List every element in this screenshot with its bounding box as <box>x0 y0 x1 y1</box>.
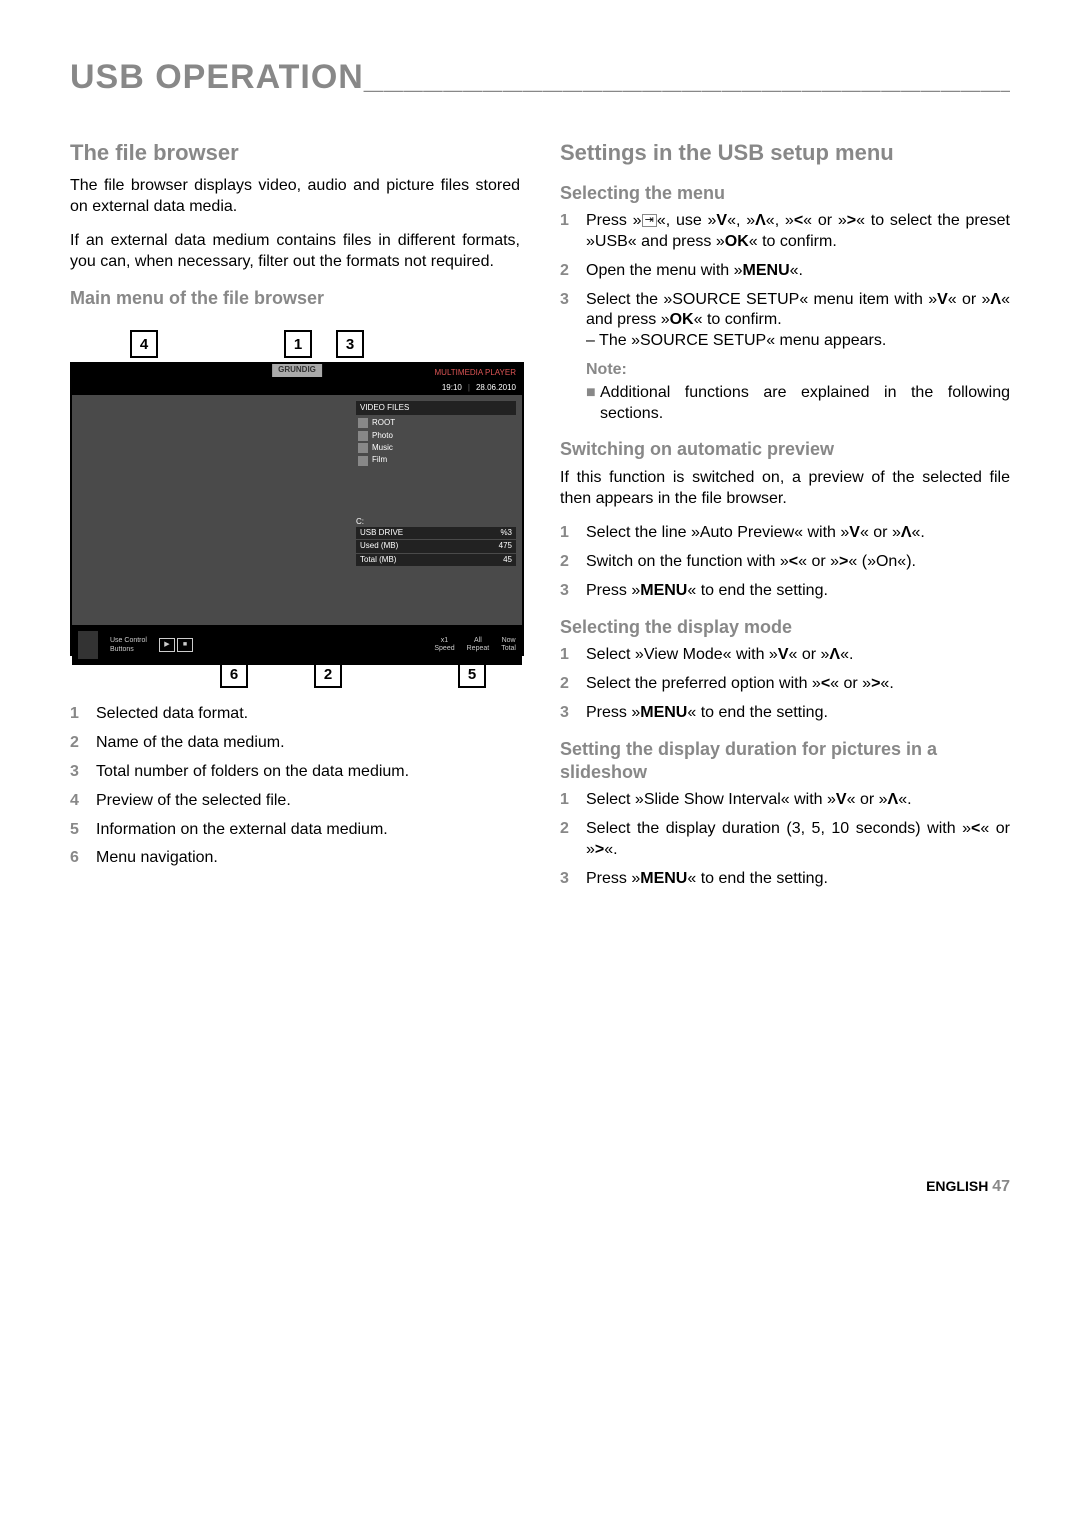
step-text: Press »MENU« to end the setting. <box>586 581 1010 602</box>
stop-icon: ■ <box>177 638 193 652</box>
page-footer: ENGLISH 47 <box>70 1177 1010 1198</box>
legend-item: 3Total number of folders on the data med… <box>70 762 520 783</box>
legend-text: Selected data format. <box>96 704 520 725</box>
heading-file-browser: The file browser <box>70 139 520 168</box>
used-val: 475 <box>499 541 512 551</box>
right-column: Settings in the USB setup menu Selecting… <box>560 139 1010 897</box>
paragraph: If this function is switched on, a previ… <box>560 468 1010 510</box>
source-icon: ⇥ <box>642 214 657 227</box>
total-label: Total (MB) <box>360 555 396 565</box>
step-text: Open the menu with »MENU«. <box>586 261 1010 282</box>
selecting-menu-steps: 1Press »⇥«, use »V«, »Λ«, »<« or »>« to … <box>560 211 1010 352</box>
control-hint: Use Control Buttons <box>110 636 147 654</box>
callout-1: 1 <box>284 330 312 358</box>
note-body: ■ Additional functions are explained in … <box>586 383 1010 425</box>
disc-icon <box>358 418 368 428</box>
heading-selecting-menu: Selecting the menu <box>560 182 1010 205</box>
paragraph: If an external data medium contains file… <box>70 231 520 273</box>
legend-item: 4Preview of the selected file. <box>70 791 520 812</box>
total-val: 45 <box>503 555 512 565</box>
auto-preview-steps: 1Select the line »Auto Preview« with »V«… <box>560 523 1010 601</box>
slideshow-steps: 1Select »Slide Show Interval« with »V« o… <box>560 790 1010 889</box>
step-text: Switch on the function with »<« or »>« (… <box>586 552 1010 573</box>
legend-item: 1Selected data format. <box>70 704 520 725</box>
panel-header: VIDEO FILES <box>356 401 516 415</box>
folder-icon <box>358 443 368 453</box>
display-mode-steps: 1Select »View Mode« with »V« or »Λ«. 2Se… <box>560 645 1010 723</box>
legend-item: 2Name of the data medium. <box>70 733 520 754</box>
list-item: Photo <box>356 430 516 442</box>
tv-time: 19:10 <box>442 383 462 393</box>
folder-icon <box>358 456 368 466</box>
legend-list: 1Selected data format. 2Name of the data … <box>70 704 520 869</box>
used-label: Used (MB) <box>360 541 398 551</box>
legend-item: 5Information on the external data medium… <box>70 820 520 841</box>
bottom-col: x1Speed <box>434 637 454 652</box>
step-text: Select the line »Auto Preview« with »V« … <box>586 523 1010 544</box>
heading-display-mode: Selecting the display mode <box>560 616 1010 639</box>
legend-text: Preview of the selected file. <box>96 791 520 812</box>
file-browser-diagram: 4 1 3 GRUNDIG MULTIMEDIA PLAYER 19:10 | … <box>70 330 520 688</box>
folder-icon <box>358 431 368 441</box>
heading-settings: Settings in the USB setup menu <box>560 139 1010 168</box>
legend-text: Information on the external data medium. <box>96 820 520 841</box>
left-column: The file browser The file browser displa… <box>70 139 520 897</box>
list-item: Film <box>356 454 516 466</box>
step-text: Select »View Mode« with »V« or »Λ«. <box>586 645 1010 666</box>
step-text: Press »MENU« to end the setting. <box>586 869 1010 890</box>
list-item: ROOT <box>356 417 516 429</box>
bottom-col: AllRepeat <box>467 637 490 652</box>
heading-slideshow-duration: Setting the display duration for picture… <box>560 738 1010 785</box>
heading-main-menu: Main menu of the file browser <box>70 287 520 310</box>
callout-3: 3 <box>336 330 364 358</box>
legend-text: Total number of folders on the data medi… <box>96 762 520 783</box>
heading-auto-preview: Switching on automatic preview <box>560 438 1010 461</box>
bullet-icon: ■ <box>586 383 600 425</box>
legend-text: Name of the data medium. <box>96 733 520 754</box>
step-text: Select the »SOURCE SETUP« menu item with… <box>586 290 1010 352</box>
step-text: Press »⇥«, use »V«, »Λ«, »<« or »>« to s… <box>586 211 1010 253</box>
list-item: Music <box>356 442 516 454</box>
remote-icon <box>78 631 98 659</box>
note-label: Note: <box>586 360 1010 381</box>
tv-screen-mock: GRUNDIG MULTIMEDIA PLAYER 19:10 | 28.06.… <box>70 362 524 656</box>
callout-4: 4 <box>130 330 158 358</box>
step-text: Select the preferred option with »<« or … <box>586 674 1010 695</box>
bottom-col: NowTotal <box>501 637 516 652</box>
drive-label: C: <box>356 517 516 527</box>
step-text: Press »MENU« to end the setting. <box>586 703 1010 724</box>
page-title: USB OPERATION___________________________… <box>70 55 1010 99</box>
paragraph: The file browser displays video, audio a… <box>70 176 520 218</box>
legend-text: Menu navigation. <box>96 848 520 869</box>
step-text: Select the display duration (3, 5, 10 se… <box>586 819 1010 861</box>
drive-name: USB DRIVE <box>360 528 403 538</box>
step-text: Select »Slide Show Interval« with »V« or… <box>586 790 1010 811</box>
tv-date: 28.06.2010 <box>476 383 516 393</box>
drive-pct: %3 <box>500 528 512 538</box>
play-icon: ▶ <box>159 638 175 652</box>
tv-brand: GRUNDIG <box>272 364 322 376</box>
legend-item: 6Menu navigation. <box>70 848 520 869</box>
